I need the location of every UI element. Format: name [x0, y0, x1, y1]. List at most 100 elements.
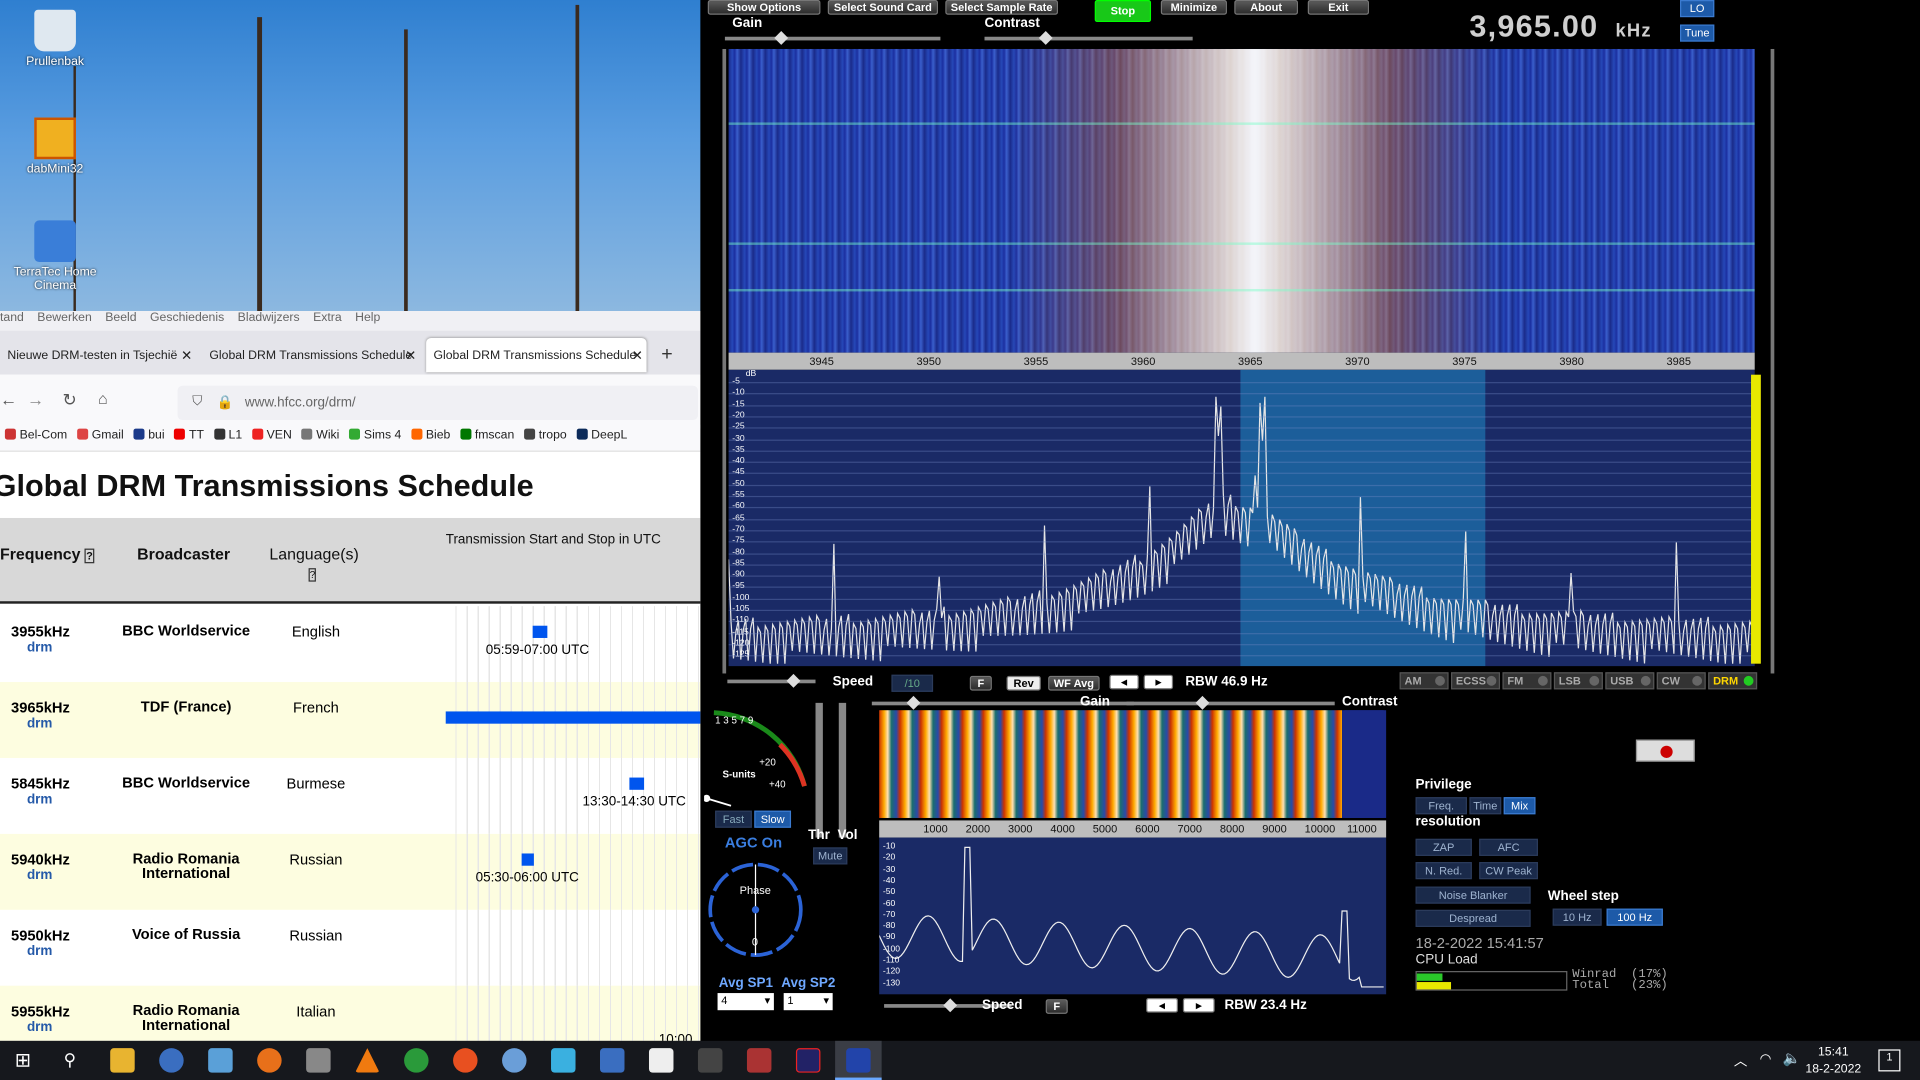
frequency-display[interactable]: 3,965.00 kHz [1469, 10, 1651, 46]
close-icon[interactable]: ✕ [632, 348, 643, 364]
menu-item[interactable]: Geschiedenis [150, 311, 224, 324]
mode-usb[interactable]: USB [1605, 672, 1655, 690]
ratio-button[interactable]: /10 [891, 674, 934, 692]
app-icon[interactable] [648, 1048, 674, 1073]
speed-slider[interactable] [727, 673, 816, 688]
wifi-icon[interactable]: ◠ [1760, 1051, 1772, 1067]
bookmark-item[interactable]: bui [133, 428, 165, 442]
stop-button[interactable]: Stop [1094, 0, 1152, 23]
wheel-step-100hz[interactable]: 100 Hz [1606, 908, 1663, 926]
vlc-icon[interactable] [355, 1048, 380, 1073]
bookmark-item[interactable]: Gmail [77, 428, 124, 442]
browser-tab-active[interactable]: Global DRM Transmissions Schedule ✕ [426, 337, 647, 373]
cw-peak-button[interactable]: CW Peak [1479, 862, 1538, 880]
arrow-left-icon[interactable]: ◂ [1146, 997, 1178, 1013]
app-icon[interactable] [502, 1048, 527, 1073]
back-icon[interactable]: ← [0, 389, 17, 409]
tune-button[interactable]: Tune [1680, 24, 1715, 42]
bookmark-item[interactable]: L1 [213, 428, 242, 442]
chevron-down-icon[interactable]: ▾ [765, 994, 771, 1007]
slider-knob[interactable] [774, 31, 789, 45]
bookmark-item[interactable]: Sims 4 [349, 428, 401, 442]
menu-item[interactable]: Help [355, 311, 380, 324]
chevron-down-icon[interactable]: ▾ [823, 994, 829, 1007]
record-button[interactable] [1635, 739, 1695, 762]
audio-waterfall[interactable] [879, 710, 1384, 818]
close-icon[interactable]: ✕ [181, 348, 192, 364]
gain-slider[interactable] [724, 31, 941, 45]
app-icon[interactable] [404, 1048, 429, 1073]
notification-icon[interactable]: 1 [1878, 1049, 1901, 1072]
bookmark-item[interactable]: VEN [251, 428, 292, 442]
bookmark-item[interactable]: tropo [524, 428, 567, 442]
select-sound-card-button[interactable]: Select Sound Card [827, 0, 938, 15]
menu-item[interactable]: Extra [313, 311, 342, 324]
bookmark-item[interactable]: Bieb [411, 428, 450, 442]
bookmark-item[interactable]: fmscan [460, 428, 514, 442]
privilege-time[interactable]: Time [1469, 797, 1502, 815]
bookmark-item[interactable]: Wiki [301, 428, 339, 442]
mode-drm[interactable]: DRM [1708, 672, 1758, 690]
terratec-icon[interactable] [600, 1048, 625, 1073]
slider-knob[interactable] [786, 673, 801, 688]
agc-slow-button[interactable]: Slow [754, 810, 792, 828]
shield-icon[interactable]: ⛉ [192, 394, 202, 410]
bookmark-item[interactable]: TT [174, 428, 204, 442]
wheel-step-10hz[interactable]: 10 Hz [1552, 908, 1602, 926]
mute-button[interactable]: Mute [813, 847, 848, 865]
mode-ecss[interactable]: ECSS [1451, 672, 1501, 690]
privilege-mix[interactable]: Mix [1503, 797, 1536, 815]
audio-spectrum[interactable]: -10 -20 -30 -40 -50 -60 -70 -80 -90 -100 -110 -120 -… [879, 837, 1387, 995]
reload-icon[interactable]: ↻ [62, 389, 76, 410]
url-bar[interactable]: ⛉ 🔒 www.hfcc.org/drm/ [177, 385, 698, 421]
noise-blanker-button[interactable]: Noise Blanker [1415, 886, 1531, 904]
arrow-right-icon[interactable]: ▸ [1143, 674, 1174, 690]
f-button[interactable]: F [969, 675, 992, 691]
select-sample-rate-button[interactable]: Select Sample Rate [945, 0, 1058, 15]
mrv-icon[interactable] [159, 1048, 184, 1073]
desktop-icon-recycle-bin[interactable]: Prullenbak [12, 9, 98, 69]
avg-sp2-select[interactable]: 1 ▾ [783, 993, 833, 1011]
slider-knob[interactable] [906, 695, 921, 710]
help-icon[interactable]: ? [308, 568, 317, 582]
search-icon[interactable]: ⚲ [64, 1049, 77, 1070]
app-icon[interactable] [551, 1048, 576, 1073]
wf-avg-button[interactable]: WF Avg [1048, 675, 1100, 691]
browser-tab[interactable]: Global DRM Transmissions Schedule ✕ [202, 338, 420, 372]
transmission-bar[interactable] [522, 853, 535, 866]
thr-slider[interactable] [815, 702, 823, 838]
privilege-freq[interactable]: Freq. [1415, 797, 1467, 815]
transmission-bar[interactable] [445, 711, 701, 724]
slider-knob[interactable] [1195, 695, 1210, 710]
arrow-right-icon[interactable]: ▸ [1182, 997, 1215, 1013]
about-button[interactable]: About [1234, 0, 1298, 15]
show-options-button[interactable]: Show Options [707, 0, 821, 15]
menu-item[interactable]: Bladwijzers [238, 311, 300, 324]
transmission-bar[interactable] [532, 625, 548, 638]
desktop-icon-dabmini[interactable]: dabMini32 [12, 117, 98, 176]
chevron-up-icon[interactable]: ︿ [1734, 1051, 1747, 1071]
bookmark-item[interactable]: Bel-Com [4, 428, 67, 442]
menu-item[interactable]: Beeld [105, 311, 136, 324]
mode-lsb[interactable]: LSB [1553, 672, 1603, 690]
forward-icon[interactable]: → [27, 389, 44, 409]
lock-icon[interactable]: 🔒 [217, 394, 234, 411]
despread-button[interactable]: Despread [1415, 909, 1531, 927]
taskbar-clock[interactable]: 15:41 18-2-2022 [1805, 1044, 1861, 1078]
minimize-button[interactable]: Minimize [1160, 0, 1227, 15]
mode-cw[interactable]: CW [1656, 672, 1706, 690]
exit-button[interactable]: Exit [1307, 0, 1369, 15]
firefox-icon[interactable] [257, 1048, 282, 1073]
main-waterfall[interactable] [728, 48, 1755, 353]
file-explorer-icon[interactable] [110, 1048, 135, 1073]
arrow-left-icon[interactable]: ◂ [1109, 674, 1139, 690]
slider-knob[interactable] [943, 998, 958, 1013]
avg-sp1-select[interactable]: 4 ▾ [717, 993, 774, 1011]
lower-f-button[interactable]: F [1045, 999, 1068, 1014]
zap-button[interactable]: ZAP [1415, 838, 1472, 856]
radio-icon[interactable] [306, 1048, 331, 1073]
afc-button[interactable]: AFC [1479, 838, 1538, 856]
vol-slider[interactable] [838, 702, 847, 838]
contrast-slider[interactable] [984, 31, 1193, 45]
app-icon[interactable] [697, 1048, 723, 1073]
